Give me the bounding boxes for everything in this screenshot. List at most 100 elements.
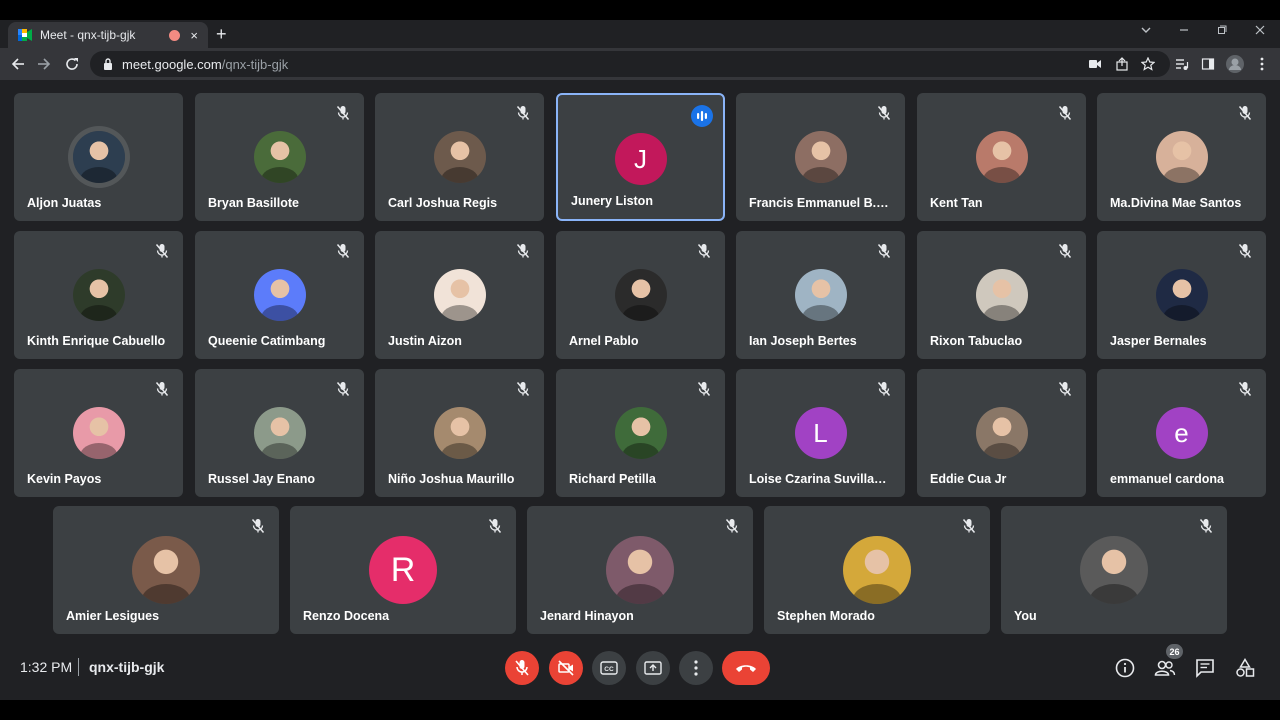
participant-avatar xyxy=(975,131,1028,183)
participant-tile[interactable]: Queenie Catimbang xyxy=(195,231,364,359)
google-meet-favicon-icon xyxy=(18,29,32,41)
mic-off-icon xyxy=(488,518,502,534)
participant-tile[interactable]: Niño Joshua Maurillo xyxy=(375,369,544,497)
participant-tile[interactable]: Ma.Divina Mae Santos xyxy=(1097,93,1266,221)
participant-name: Eddie Cua Jr xyxy=(930,472,1007,486)
profile-avatar-icon[interactable] xyxy=(1226,55,1244,73)
person-photo-icon xyxy=(982,443,1021,459)
participant-tile[interactable]: Francis Emmanuel B. Pe... xyxy=(736,93,905,221)
restore-window-icon[interactable] xyxy=(1216,24,1228,39)
participant-tile[interactable]: Aljon Juatas xyxy=(14,93,183,221)
browser-menu-icon[interactable] xyxy=(1253,55,1271,73)
browser-tab-meet[interactable]: Meet - qnx-tijb-gjk × xyxy=(8,22,208,48)
person-photo-icon xyxy=(801,167,840,183)
participant-tile[interactable]: Justin Aizon xyxy=(375,231,544,359)
address-bar[interactable]: meet.google.com/qnx-tijb-gjk xyxy=(90,51,1170,77)
participant-tile[interactable]: Jasper Bernales xyxy=(1097,231,1266,359)
tab-search-icon[interactable] xyxy=(1140,24,1152,39)
activities-shapes-icon xyxy=(1236,658,1255,677)
participant-avatar xyxy=(1155,269,1208,321)
screen-bottom-bar xyxy=(0,700,1280,720)
participant-tile[interactable]: Kent Tan xyxy=(917,93,1086,221)
meet-bottom-bar: 1:32 PM qnx-tijb-gjk CC xyxy=(0,640,1280,700)
participant-avatar xyxy=(72,269,125,321)
participant-name: Richard Petilla xyxy=(569,472,656,486)
participant-tile[interactable]: Kevin Payos xyxy=(14,369,183,497)
participant-tile[interactable]: Eddie Cua Jr xyxy=(917,369,1086,497)
participant-name: Amier Lesigues xyxy=(66,609,160,623)
share-icon[interactable] xyxy=(1113,55,1131,73)
participant-tile[interactable]: Amier Lesigues xyxy=(53,506,279,634)
side-panel-icon[interactable] xyxy=(1199,55,1217,73)
browser-toolbar: meet.google.com/qnx-tijb-gjk xyxy=(0,48,1280,80)
participant-tile[interactable]: e emmanuel cardona xyxy=(1097,369,1266,497)
recording-indicator-icon xyxy=(169,29,181,41)
participant-name: Justin Aizon xyxy=(388,334,462,348)
minimize-window-icon[interactable] xyxy=(1178,24,1190,39)
participant-name: Jenard Hinayon xyxy=(540,609,634,623)
camera-toggle-button[interactable] xyxy=(549,651,583,685)
participant-tile[interactable]: Arnel Pablo xyxy=(556,231,725,359)
person-photo-icon xyxy=(1162,167,1201,183)
meeting-details-button[interactable] xyxy=(1114,657,1136,679)
mic-off-icon xyxy=(515,660,529,676)
participant-tile[interactable]: Russel Jay Enano xyxy=(195,369,364,497)
participant-initial-avatar: J xyxy=(614,133,667,185)
mic-off-icon xyxy=(877,105,891,121)
participant-initial-avatar: e xyxy=(1155,407,1208,459)
person-photo-icon xyxy=(440,167,479,183)
participant-name: Ma.Divina Mae Santos xyxy=(1110,196,1242,210)
person-photo-icon xyxy=(260,443,299,459)
participant-tile[interactable]: Carl Joshua Regis xyxy=(375,93,544,221)
camera-off-icon xyxy=(558,660,574,676)
participant-name: Kevin Payos xyxy=(27,472,102,486)
activities-button[interactable] xyxy=(1234,657,1256,679)
participant-avatar xyxy=(843,536,911,604)
participant-avatar xyxy=(975,407,1028,459)
screen-top-bar xyxy=(0,0,1280,20)
present-now-button[interactable] xyxy=(636,651,670,685)
participant-tile[interactable]: Rixon Tabuclao xyxy=(917,231,1086,359)
participant-avatar xyxy=(72,131,125,183)
participant-avatar xyxy=(614,407,667,459)
participant-tile[interactable]: Stephen Morado xyxy=(764,506,990,634)
participant-name: Kent Tan xyxy=(930,196,983,210)
mic-off-icon xyxy=(516,105,530,121)
participant-tile[interactable]: J Junery Liston xyxy=(556,93,725,221)
back-arrow-icon[interactable] xyxy=(8,54,28,74)
captions-button[interactable]: CC xyxy=(592,651,626,685)
close-tab-icon[interactable]: × xyxy=(190,29,198,42)
mic-off-icon xyxy=(1238,381,1252,397)
camera-in-use-icon[interactable] xyxy=(1086,55,1104,73)
reload-icon[interactable] xyxy=(62,54,82,74)
participant-tile[interactable]: Bryan Basillote xyxy=(195,93,364,221)
media-controls-icon[interactable] xyxy=(1173,55,1191,73)
participant-initial-avatar: R xyxy=(369,536,437,604)
participant-tile[interactable]: Richard Petilla xyxy=(556,369,725,497)
info-icon xyxy=(1115,658,1135,678)
show-everyone-button[interactable] xyxy=(1154,657,1176,679)
participant-tile[interactable]: R Renzo Docena xyxy=(290,506,516,634)
participant-avatar xyxy=(606,536,674,604)
new-tab-button[interactable]: + xyxy=(216,24,227,44)
participant-avatar xyxy=(72,407,125,459)
close-window-icon[interactable] xyxy=(1254,24,1266,39)
microphone-toggle-button[interactable] xyxy=(505,651,539,685)
leave-call-button[interactable] xyxy=(722,651,770,685)
bookmark-star-icon[interactable] xyxy=(1139,55,1157,73)
more-options-button[interactable] xyxy=(679,651,713,685)
participant-tile[interactable]: Kinth Enrique Cabuello xyxy=(14,231,183,359)
person-photo-icon xyxy=(852,583,902,604)
participant-tile[interactable]: Ian Joseph Bertes xyxy=(736,231,905,359)
forward-arrow-icon[interactable] xyxy=(34,54,54,74)
meeting-time: 1:32 PM xyxy=(20,659,73,675)
participant-tile[interactable]: You xyxy=(1001,506,1227,634)
participant-tile[interactable]: Jenard Hinayon xyxy=(527,506,753,634)
person-photo-icon xyxy=(79,443,118,459)
participant-name: Russel Jay Enano xyxy=(208,472,315,486)
mic-off-icon xyxy=(336,105,350,121)
lock-icon[interactable] xyxy=(102,57,114,71)
present-screen-icon xyxy=(644,661,662,675)
participant-tile[interactable]: L Loise Czarina Suvillaga I... xyxy=(736,369,905,497)
chat-button[interactable] xyxy=(1194,657,1216,679)
